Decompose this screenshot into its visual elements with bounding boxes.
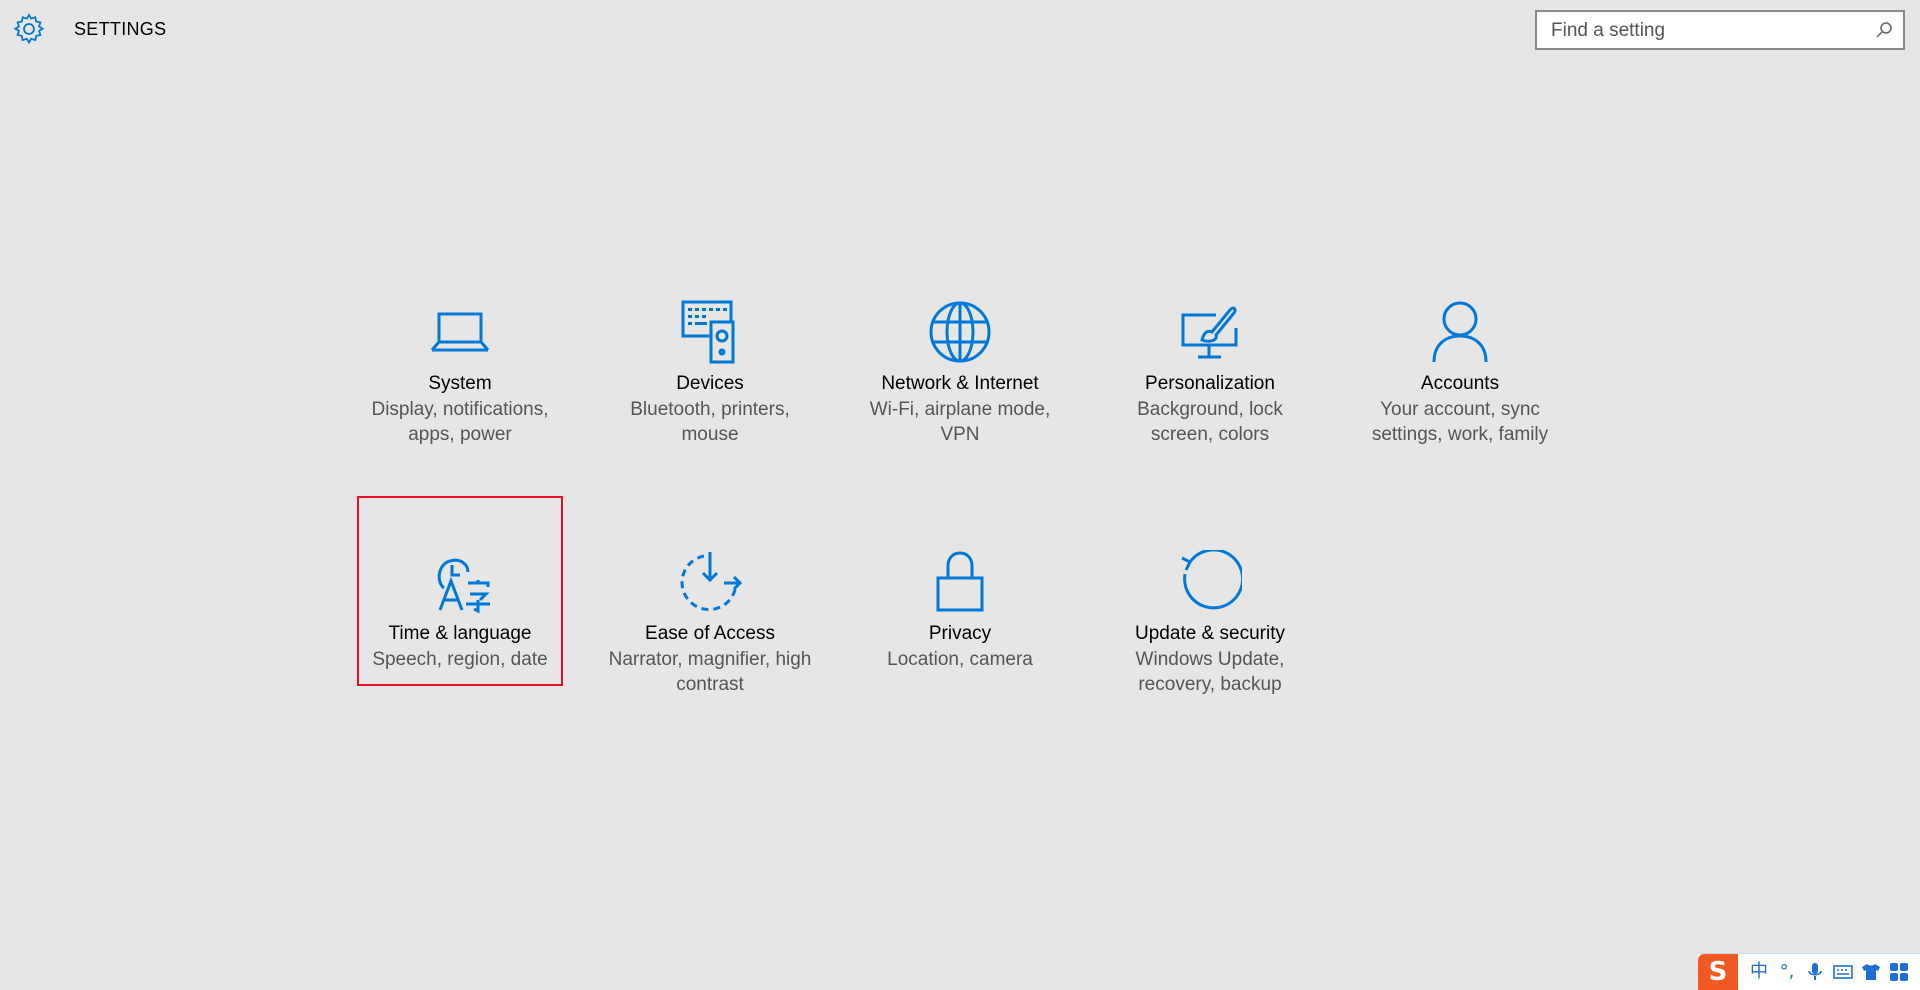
lock-icon <box>936 551 984 612</box>
clock-language-icon <box>437 558 490 614</box>
title-bar: SETTINGS <box>0 0 1920 60</box>
shirt-icon[interactable] <box>1860 961 1882 983</box>
paint-monitor-icon <box>1181 306 1238 359</box>
ime-toolbar: S 中 °, <box>1698 953 1920 990</box>
tile-description: Narrator, magnifier, high contrast <box>608 649 812 695</box>
tile-description: Wi-Fi, airplane mode, VPN <box>869 399 1051 445</box>
tile-description: Bluetooth, printers, mouse <box>630 399 790 445</box>
punctuation-toggle[interactable]: °, <box>1776 961 1798 983</box>
tile-name: Time & language <box>388 623 532 644</box>
tile-devices[interactable]: Devices Bluetooth, printers, mouse <box>607 300 813 490</box>
microphone-icon[interactable] <box>1804 961 1826 983</box>
grid-icon[interactable] <box>1888 961 1910 983</box>
tile-description: Display, notifications, apps, power <box>371 399 549 445</box>
tile-name: Accounts <box>1420 373 1500 394</box>
laptop-icon <box>430 312 490 352</box>
person-icon <box>1432 301 1488 363</box>
app-title: SETTINGS <box>74 19 167 39</box>
tile-accounts[interactable]: Accounts Your account, sync settings, wo… <box>1357 300 1563 490</box>
tile-name: Privacy <box>928 623 992 644</box>
tile-description: Location, camera <box>887 649 1033 670</box>
chinese-mode-toggle[interactable]: 中 <box>1748 961 1770 983</box>
tile-description: Windows Update, recovery, backup <box>1135 649 1285 695</box>
tile-name: Network & Internet <box>881 373 1039 394</box>
tile-name: Update & security <box>1135 623 1285 644</box>
keyboard-speaker-icon <box>681 300 735 364</box>
tile-privacy[interactable]: Privacy Location, camera <box>857 550 1063 740</box>
gear-icon[interactable] <box>12 12 46 46</box>
search-box[interactable] <box>1535 10 1905 50</box>
tile-name: System <box>428 373 492 394</box>
search-input[interactable] <box>1549 12 1873 50</box>
search-icon[interactable] <box>1875 21 1893 39</box>
tile-name: Devices <box>676 373 744 394</box>
globe-icon <box>929 301 991 363</box>
refresh-icon <box>1181 550 1242 610</box>
tile-description: Background, lock screen, colors <box>1137 399 1283 445</box>
keyboard-icon[interactable] <box>1832 961 1854 983</box>
tile-system[interactable]: System Display, notifications, apps, pow… <box>357 300 563 490</box>
tile-update-security[interactable]: Update & security Windows Update, recove… <box>1107 550 1313 740</box>
tile-description: Speech, region, date <box>372 649 548 670</box>
sogou-logo-icon[interactable]: S <box>1698 954 1738 990</box>
tile-ease-of-access[interactable]: Ease of Access Narrator, magnifier, high… <box>607 550 813 740</box>
tile-personalization[interactable]: Personalization Background, lock screen,… <box>1107 300 1313 490</box>
tile-description: Your account, sync settings, work, famil… <box>1371 399 1549 445</box>
ease-of-access-icon <box>680 552 742 611</box>
tile-time-language[interactable]: Time & language Speech, region, date <box>357 496 563 686</box>
tile-name: Personalization <box>1145 373 1275 394</box>
tile-network-internet[interactable]: Network & Internet Wi-Fi, airplane mode,… <box>857 300 1063 490</box>
tile-name: Ease of Access <box>645 623 775 644</box>
